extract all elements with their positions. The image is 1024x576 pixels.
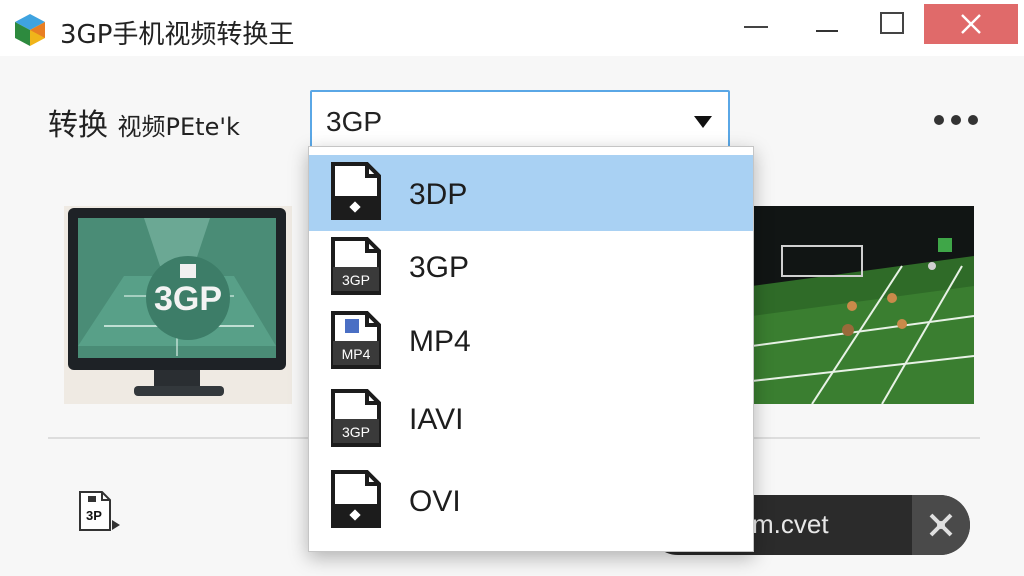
close-button[interactable] <box>924 4 1018 44</box>
app-logo-icon <box>15 14 45 46</box>
dropdown-item-label: MP4 <box>409 325 471 358</box>
dropdown-item-mp4[interactable]: MP4 MP4 <box>309 307 753 383</box>
file-3gp-icon: 3GP <box>331 237 381 295</box>
convert-label: 转换 视频PEte'k <box>48 100 240 144</box>
dropdown-item-label: 3DP <box>409 178 468 211</box>
minimize-button[interactable] <box>804 8 852 46</box>
preview-thumbnail-left[interactable]: 3GP <box>64 206 292 404</box>
file-3gp-icon: 3GP <box>331 389 381 447</box>
svg-text:MP4: MP4 <box>342 346 371 362</box>
file-mp4-icon: MP4 <box>331 311 381 369</box>
close-icon <box>961 14 981 34</box>
dropdown-item-label: 3GP <box>409 251 470 284</box>
preview-thumbnail-right[interactable] <box>752 206 974 404</box>
format-select[interactable]: 3GP <box>310 90 730 148</box>
title-bar: 3GP手机视频转换王 <box>0 0 1024 56</box>
file-icon <box>331 470 381 528</box>
file-icon <box>331 162 381 220</box>
dropdown-item-label: OVI <box>409 485 461 518</box>
output-settings-button[interactable] <box>912 495 970 555</box>
dropdown-item-label: IAVI <box>409 403 464 436</box>
svg-text:3GP: 3GP <box>342 424 370 440</box>
maximize-button[interactable] <box>870 8 918 46</box>
dropdown-item-ovi[interactable]: OVI <box>309 465 753 541</box>
format-dropdown-list: 3DP 3GP 3GP MP4 MP4 3GP IAVI OVI <box>308 146 754 552</box>
app-title: 3GP手机视频转换王 <box>60 20 295 50</box>
minimize-icon <box>744 26 768 28</box>
format-select-value: 3GP <box>326 106 383 137</box>
svg-text:3GP: 3GP <box>342 272 370 288</box>
settings-cross-icon <box>929 513 953 537</box>
convert-label-main: 转换 <box>48 108 108 143</box>
dropdown-item-3gp[interactable]: 3GP 3GP <box>309 231 753 307</box>
maximize-icon <box>880 12 904 34</box>
output-filename-text: m.cvet <box>752 509 829 539</box>
more-options-button[interactable] <box>934 112 978 128</box>
dropdown-arrow-icon <box>694 116 712 128</box>
dropdown-item-3dp[interactable]: 3DP <box>309 155 753 231</box>
file-format-icon-text: 3P <box>86 508 102 523</box>
more-dots-icon <box>934 115 944 125</box>
file-format-icon[interactable]: 3P <box>76 490 120 534</box>
convert-label-tail: 视频PEte'k <box>117 113 240 141</box>
dropdown-item-iavi[interactable]: 3GP IAVI <box>309 383 753 459</box>
preview-badge-text: 3GP <box>154 280 222 318</box>
